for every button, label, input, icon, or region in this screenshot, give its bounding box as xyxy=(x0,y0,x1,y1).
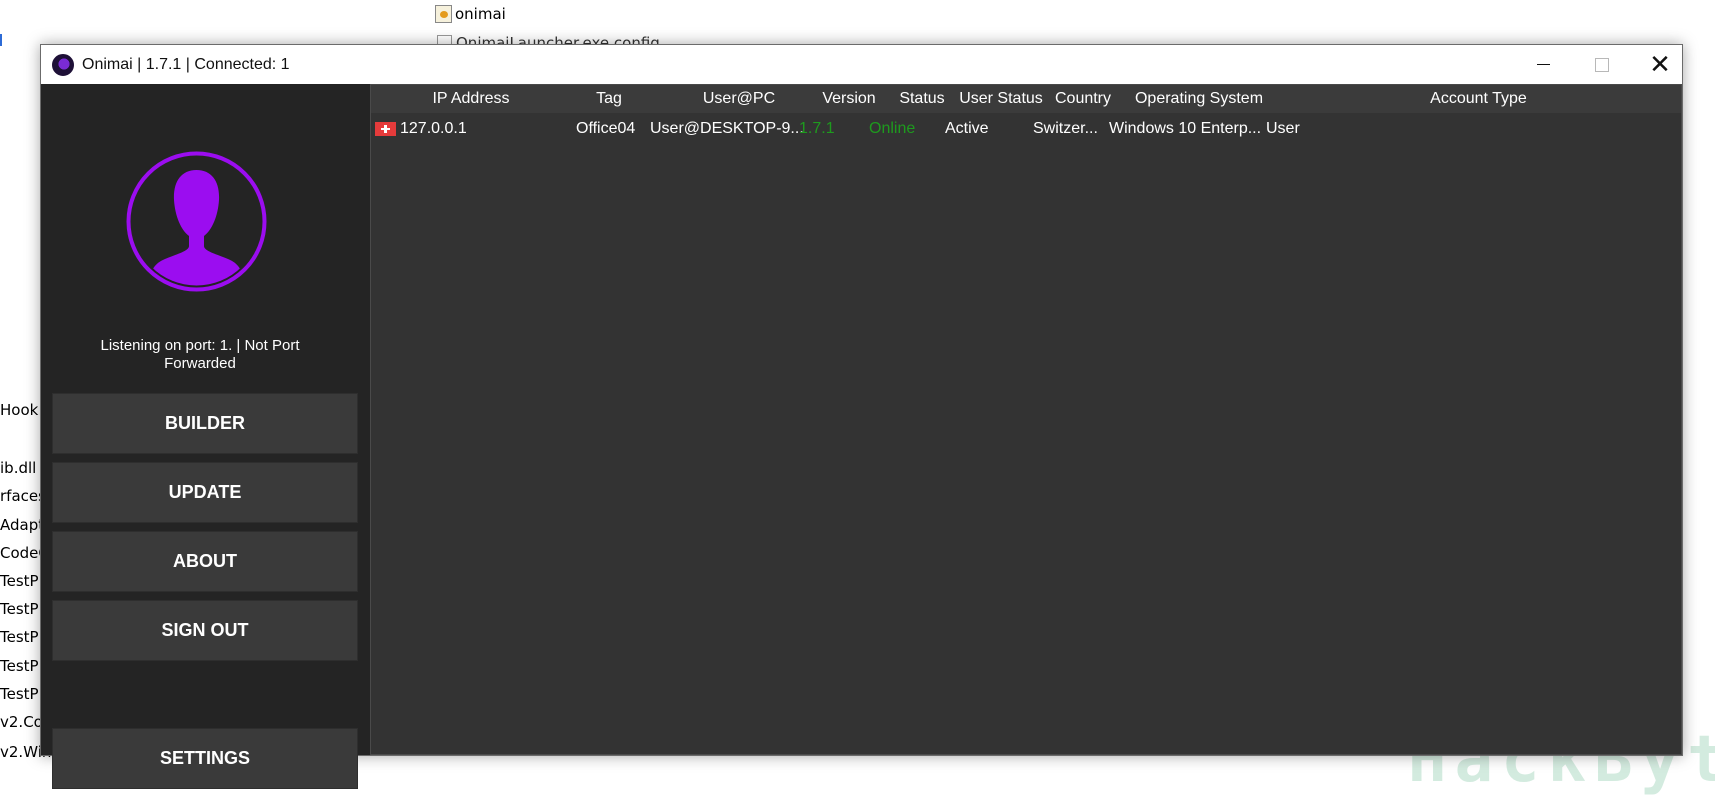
update-button[interactable]: UPDATE xyxy=(52,462,358,523)
client-tag: Office04 xyxy=(576,120,636,137)
switzerland-flag-icon xyxy=(375,122,396,136)
column-header-user-status[interactable]: User Status xyxy=(958,85,1044,113)
close-button[interactable]: ✕ xyxy=(1631,45,1689,84)
client-row[interactable]: 127.0.0.1 Office04 User@DESKTOP-9... 1.7… xyxy=(371,113,1681,145)
background-file-item: ib.dll xyxy=(0,459,37,477)
about-button[interactable]: ABOUT xyxy=(52,531,358,592)
client-status: Online xyxy=(869,120,916,137)
column-header-tag[interactable]: Tag xyxy=(554,85,664,113)
background-file-onimai: onimai xyxy=(435,4,506,24)
background-file-item: TestPl xyxy=(0,685,40,703)
background-file-config-label: OnimaiLauncher.exe.config xyxy=(456,34,660,44)
client-account-type: User xyxy=(1266,120,1300,137)
client-version: 1.7.1 xyxy=(799,120,835,137)
background-file-item: TestPl xyxy=(0,572,40,590)
settings-button[interactable]: SETTINGS xyxy=(52,728,358,789)
user-avatar-icon xyxy=(126,151,267,292)
background-file-item: rfaces xyxy=(0,487,40,505)
background-selection-mark xyxy=(0,34,2,46)
background-file-config: OnimaiLauncher.exe.config xyxy=(437,34,660,44)
column-header-os[interactable]: Operating System xyxy=(1122,85,1276,113)
title-bar[interactable]: Onimai | 1.7.1 | Connected: 1 ✕ xyxy=(41,45,1682,84)
column-header-version[interactable]: Version xyxy=(812,85,886,113)
background-file-item: CodeC xyxy=(0,544,40,562)
clients-list[interactable]: IP Address Tag User@PC Version Status Us… xyxy=(370,84,1682,755)
clients-list-header: IP Address Tag User@PC Version Status Us… xyxy=(371,85,1681,113)
client-country: Switzer... xyxy=(1033,120,1098,137)
column-header-user[interactable]: User@PC xyxy=(666,85,812,113)
client-ip-cell: 127.0.0.1 xyxy=(375,113,467,145)
config-file-icon xyxy=(435,5,452,23)
client-user-status: Active xyxy=(945,120,989,137)
column-header-account-type[interactable]: Account Type xyxy=(1276,85,1681,113)
document-icon xyxy=(437,35,452,44)
client-ip: 127.0.0.1 xyxy=(400,120,467,137)
builder-button[interactable]: BUILDER xyxy=(52,393,358,454)
sidebar: Listening on port: 1. | Not Port Forward… xyxy=(41,84,368,789)
app-logo-icon xyxy=(52,53,74,76)
background-file-label: onimai xyxy=(455,5,506,23)
port-status-text: Listening on port: 1. | Not Port Forward… xyxy=(100,337,300,372)
background-file-item: TestPl xyxy=(0,600,40,618)
background-file-item: Adapt xyxy=(0,516,40,534)
client-os: Windows 10 Enterp... xyxy=(1109,120,1262,137)
column-header-status[interactable]: Status xyxy=(886,85,958,113)
onimai-window: Onimai | 1.7.1 | Connected: 1 ✕ Listenin… xyxy=(40,44,1683,789)
background-file-item: TestPl xyxy=(0,628,40,646)
background-file-list: Hook. ib.dll rfaces Adapt CodeC TestPl T… xyxy=(0,0,40,798)
background-file-item: Hook. xyxy=(0,401,40,419)
client-user: User@DESKTOP-9... xyxy=(650,120,804,137)
column-header-country[interactable]: Country xyxy=(1044,85,1122,113)
sign-out-button[interactable]: SIGN OUT xyxy=(52,600,358,661)
maximize-icon xyxy=(1595,57,1609,72)
column-header-ip[interactable]: IP Address xyxy=(371,85,571,113)
background-file-item: TestPl xyxy=(0,657,40,675)
maximize-button[interactable] xyxy=(1573,45,1631,84)
minimize-button[interactable] xyxy=(1514,45,1572,84)
background-file-item: v2.Co xyxy=(0,713,40,731)
close-icon: ✕ xyxy=(1649,49,1671,80)
minimize-icon xyxy=(1536,64,1550,65)
window-title: Onimai | 1.7.1 | Connected: 1 xyxy=(82,55,290,73)
